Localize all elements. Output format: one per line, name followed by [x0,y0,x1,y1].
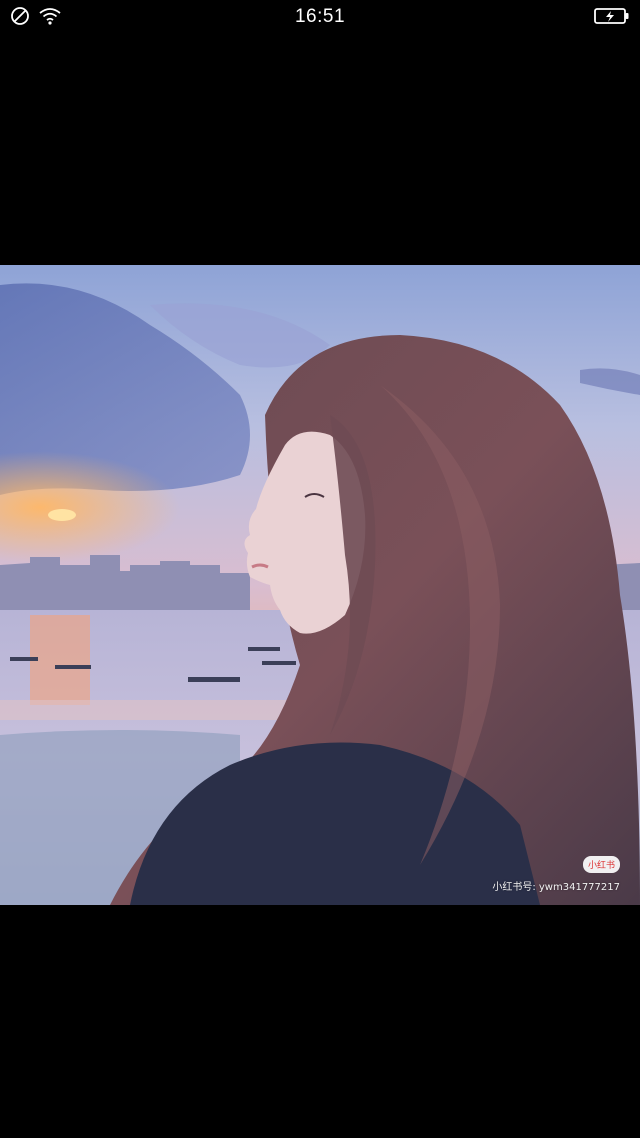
image-viewer-screen: 16:51 小红书 小红书号: ywm341777217 [0,0,640,1138]
watermark-id: 小红书号: ywm341777217 [492,882,620,893]
photo-image [0,265,640,905]
status-bar: 16:51 [0,0,640,36]
photo[interactable]: 小红书 小红书号: ywm341777217 [0,265,640,905]
battery-charging-icon [594,8,630,29]
status-icons-right [594,7,630,30]
watermark: 小红书 小红书号: ywm341777217 [492,855,620,893]
xiaohongshu-logo: 小红书 [582,856,620,873]
status-time: 16:51 [294,6,346,27]
